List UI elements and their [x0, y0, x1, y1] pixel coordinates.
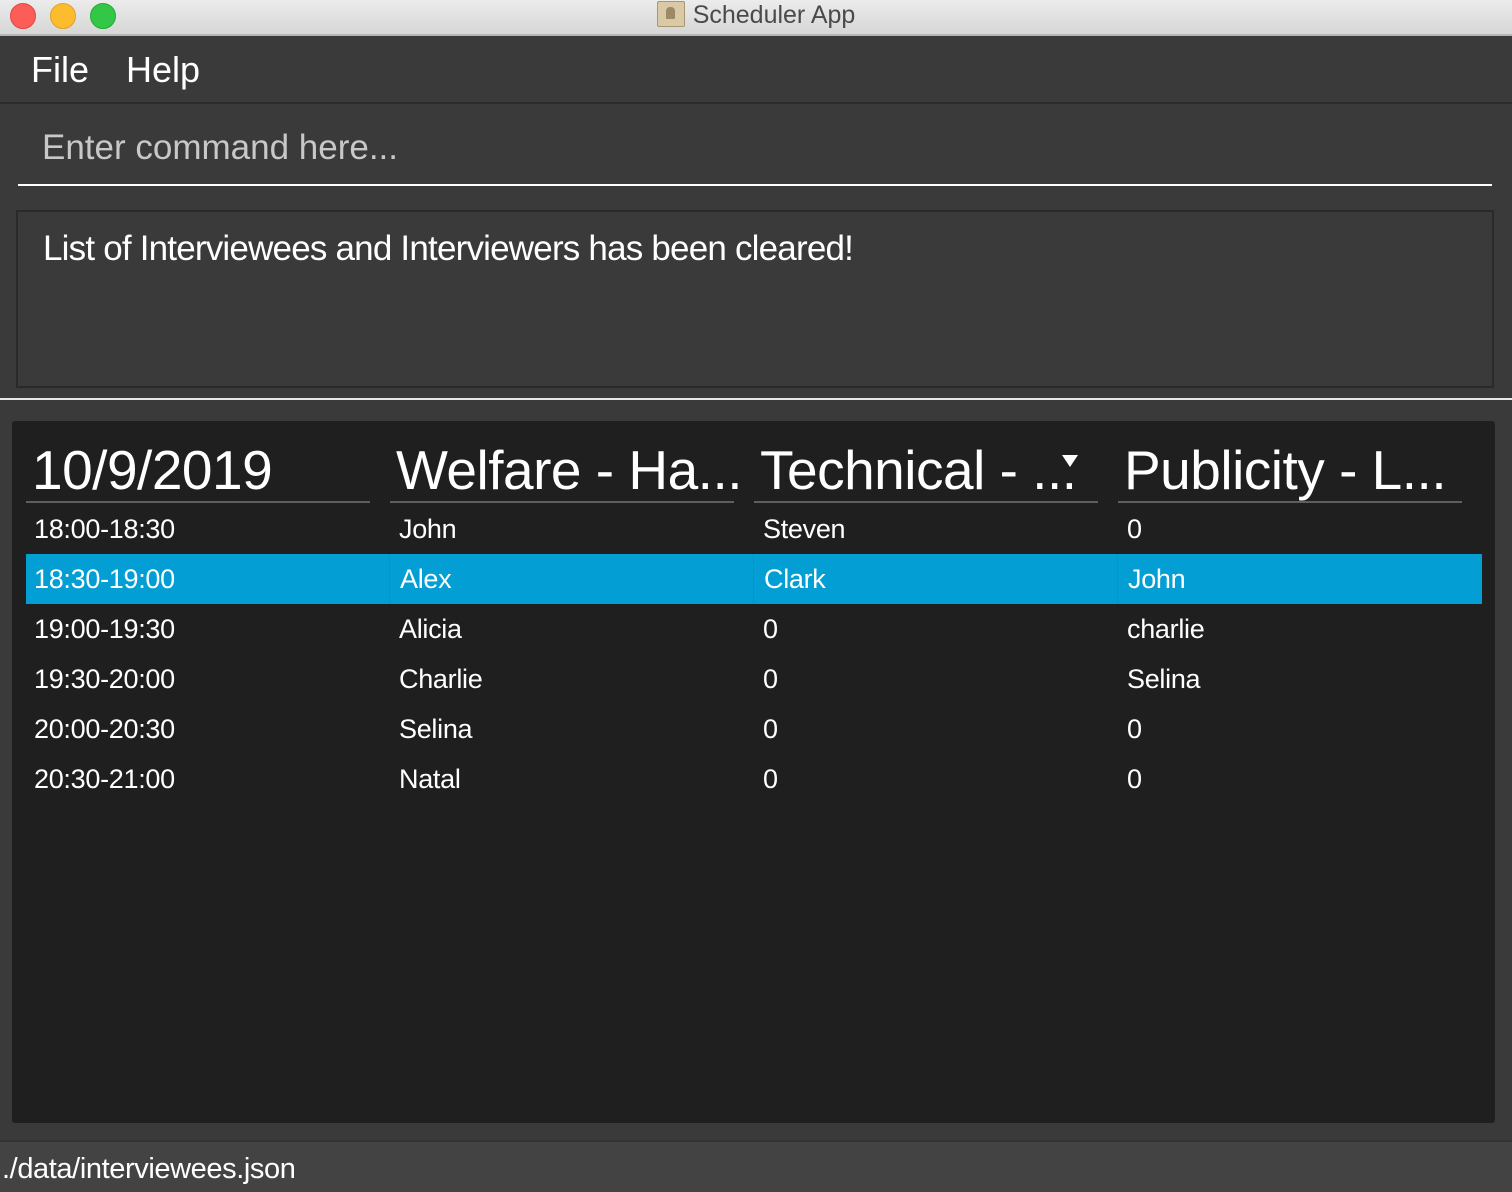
time-slot-cell: 18:00-18:30: [34, 514, 175, 544]
column-header-publicity[interactable]: Publicity - L...: [1118, 439, 1462, 503]
column-header-label: Publicity - L...: [1124, 439, 1447, 501]
column-header-label: 10/9/2019: [32, 439, 273, 501]
publicity-cell: 0: [1127, 514, 1142, 544]
welfare-cell: Selina: [399, 714, 473, 744]
column-header-date[interactable]: 10/9/2019: [26, 439, 370, 503]
window-title-area: Scheduler App: [0, 0, 1512, 34]
table-row[interactable]: 20:00-20:30 Selina 0 0: [26, 704, 1482, 754]
schedule-table: 10/9/2019 Welfare - Ha... Technical - ..…: [12, 421, 1495, 1123]
save-file-path: ./data/interviewees.json: [2, 1153, 296, 1185]
publicity-cell: 0: [1127, 714, 1142, 744]
welfare-cell: Natal: [399, 764, 461, 794]
table-row-selected[interactable]: 18:30-19:00 Alex Clark John: [26, 554, 1482, 604]
welfare-cell: Alicia: [399, 614, 462, 644]
table-row[interactable]: 19:00-19:30 Alicia 0 charlie: [26, 604, 1482, 654]
menu-help[interactable]: Help: [126, 48, 200, 92]
result-message: List of Interviewees and Interviewers ha…: [43, 229, 854, 268]
panel-divider[interactable]: [0, 398, 1512, 400]
time-slot-cell: 19:00-19:30: [34, 614, 175, 644]
technical-cell: Steven: [763, 514, 846, 544]
column-header-welfare[interactable]: Welfare - Ha...: [390, 439, 743, 503]
publicity-cell: 0: [1127, 764, 1142, 794]
column-header-label: Welfare - Ha...: [396, 439, 743, 501]
welfare-cell: Charlie: [399, 664, 483, 694]
table-row[interactable]: 18:00-18:30 John Steven 0: [26, 504, 1482, 554]
column-header-technical[interactable]: Technical - ...: [754, 439, 1098, 503]
time-slot-cell: 18:30-19:00: [34, 564, 175, 594]
window-title: Scheduler App: [692, 1, 856, 29]
technical-cell: 0: [763, 764, 778, 794]
technical-cell: 0: [763, 714, 778, 744]
welfare-cell: John: [399, 514, 457, 544]
menu-bar: File Help: [0, 36, 1512, 104]
result-display: List of Interviewees and Interviewers ha…: [16, 210, 1494, 388]
command-input[interactable]: [18, 112, 1492, 184]
command-box: [18, 112, 1492, 186]
time-slot-cell: 20:30-21:00: [34, 764, 175, 794]
column-header-label: Technical - ...: [760, 439, 1077, 501]
publicity-cell: charlie: [1127, 614, 1205, 644]
publicity-cell: John: [1117, 554, 1186, 604]
title-bar[interactable]: Scheduler App: [0, 0, 1512, 36]
scheduler-window: Scheduler App File Help List of Intervie…: [0, 0, 1512, 1192]
table-row[interactable]: 20:30-21:00 Natal 0 0: [26, 754, 1482, 804]
menu-file[interactable]: File: [31, 48, 89, 92]
app-icon: [656, 1, 685, 27]
time-slot-cell: 19:30-20:00: [34, 664, 175, 694]
sort-descending-icon: [1062, 455, 1078, 467]
technical-cell: Clark: [753, 554, 826, 604]
publicity-cell: Selina: [1127, 664, 1201, 694]
welfare-cell: Alex: [389, 554, 452, 604]
table-row[interactable]: 19:30-20:00 Charlie 0 Selina: [26, 654, 1482, 704]
time-slot-cell: 20:00-20:30: [34, 714, 175, 744]
status-bar: ./data/interviewees.json: [0, 1140, 1512, 1192]
technical-cell: 0: [763, 664, 778, 694]
technical-cell: 0: [763, 614, 778, 644]
